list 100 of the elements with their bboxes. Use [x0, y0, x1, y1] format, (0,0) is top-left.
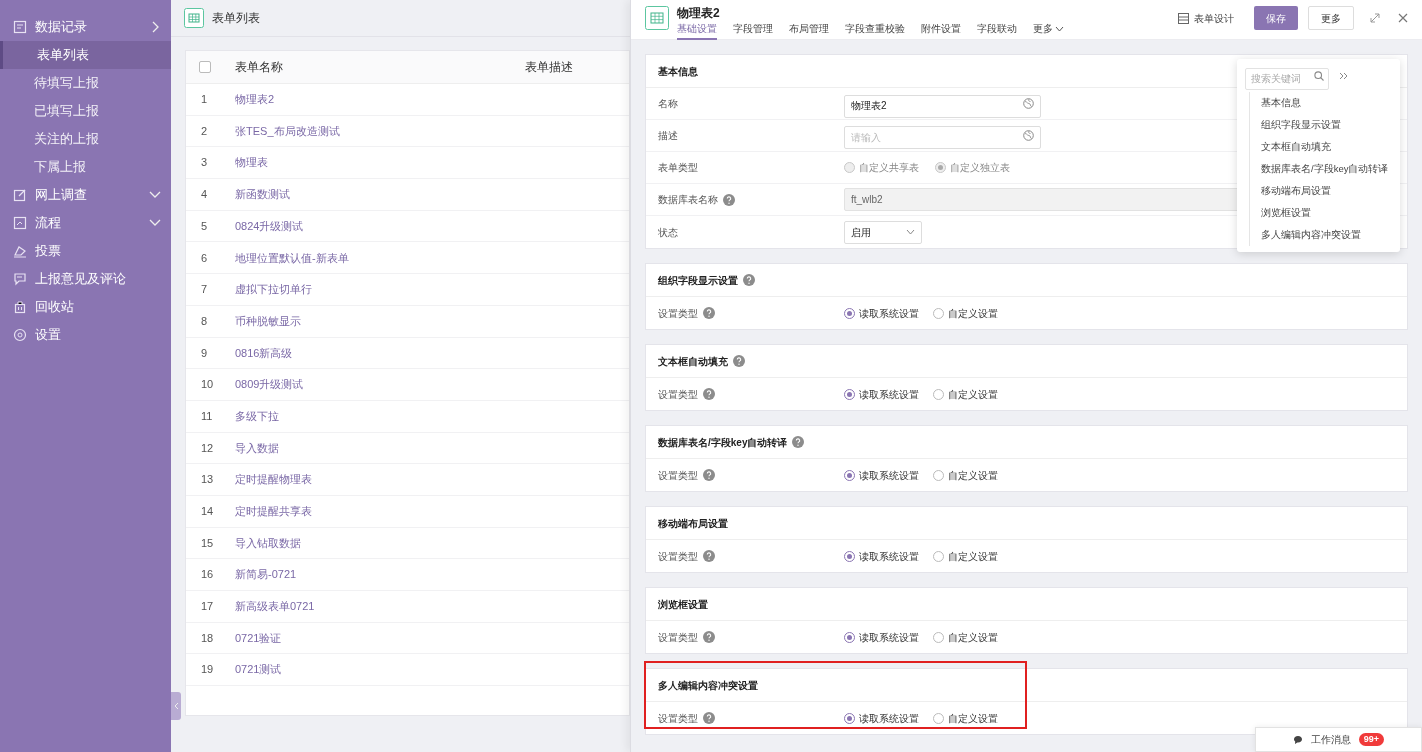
close-button[interactable] [1398, 13, 1408, 23]
globe-icon [1023, 98, 1034, 109]
form-name-link[interactable]: 定时提醒物理表 [235, 471, 312, 488]
help-icon [703, 469, 715, 481]
radio-button[interactable] [933, 550, 944, 562]
work-message-button[interactable]: 工作消息 99+ [1255, 727, 1422, 752]
row-number: 8 [200, 313, 209, 329]
form-name-link[interactable]: 物理表2 [235, 91, 275, 108]
expand-icon [1370, 13, 1380, 23]
anchor-link[interactable]: 多人编辑内容冲突设置 [1261, 224, 1392, 246]
anchor-link[interactable]: 数据库表名/字段key自动转译 [1261, 158, 1392, 180]
form-name-link[interactable]: 导入钻取数据 [235, 534, 301, 552]
section-title: 组织字段显示设置 [658, 273, 738, 288]
form-name-link[interactable]: 0721测试 [235, 661, 282, 678]
sidebar-item[interactable]: 流程 [0, 209, 171, 237]
status-select[interactable]: 启用 [844, 220, 922, 244]
sidebar-subitem[interactable]: 表单列表 [0, 41, 171, 69]
form-name-link[interactable]: 虚拟下拉切单行 [235, 281, 312, 298]
radio-option[interactable]: 读取系统设置 [844, 467, 919, 483]
radio-option[interactable]: 读取系统设置 [844, 629, 919, 645]
tab[interactable]: 附件设置 [921, 22, 961, 40]
radio-option[interactable]: 自定义设置 [933, 305, 998, 321]
radio-button[interactable] [844, 631, 855, 643]
field-label: 设置类型 [658, 711, 698, 726]
settings-icon [13, 328, 27, 342]
field-label: 设置类型 [658, 630, 698, 645]
form-name-link[interactable]: 0809升级测试 [235, 376, 304, 393]
more-button[interactable]: 更多 [1308, 6, 1354, 30]
radio-option[interactable]: 自定义设置 [933, 467, 998, 483]
tab[interactable]: 基础设置 [677, 22, 717, 40]
radio-option[interactable]: 自定义设置 [933, 386, 998, 402]
sidebar-subitem[interactable]: 待填写上报 [0, 69, 171, 97]
tab[interactable]: 字段管理 [733, 22, 773, 40]
help-icon [703, 550, 715, 562]
form-name-link[interactable]: 物理表 [235, 154, 268, 171]
text-field[interactable]: 物理表2 [844, 94, 1041, 118]
form-name-link[interactable]: 0721验证 [235, 629, 282, 647]
form-name-link[interactable]: 新简易-0721 [235, 566, 297, 583]
radio-option[interactable]: 自定义设置 [933, 548, 998, 564]
collapse-handle[interactable] [171, 692, 181, 720]
search-icon [1314, 71, 1324, 81]
tab[interactable]: 更多 [1033, 22, 1064, 40]
section-title: 数据库表名/字段key自动转译 [658, 435, 788, 450]
radio-option[interactable]: 自定义设置 [933, 710, 998, 726]
radio-option[interactable]: 读取系统设置 [844, 548, 919, 564]
tab[interactable]: 布局管理 [789, 22, 829, 40]
search-field[interactable]: 搜索关键词 [1245, 67, 1329, 90]
radio-option[interactable]: 读取系统设置 [844, 305, 919, 321]
sidebar-item[interactable]: 设置 [0, 321, 171, 349]
form-name-link[interactable]: 0824升级测试 [235, 217, 304, 235]
sidebar-item[interactable]: 网上调查 [0, 181, 171, 209]
form-name-link[interactable]: 新高级表单0721 [235, 598, 315, 615]
form-name-link[interactable]: 币种脱敏显示 [235, 312, 301, 330]
radio-button[interactable] [933, 469, 944, 481]
expand-button[interactable] [1370, 13, 1380, 23]
radio-button[interactable] [933, 388, 944, 400]
row-number: 11 [200, 408, 214, 424]
anchor-link[interactable]: 移动端布局设置 [1261, 180, 1392, 202]
tab[interactable]: 字段查重校验 [845, 22, 905, 40]
radio-button[interactable] [933, 631, 944, 643]
radio-option[interactable]: 读取系统设置 [844, 710, 919, 726]
form-title: 物理表2 [677, 6, 721, 20]
table-icon [645, 6, 669, 30]
radio-option[interactable]: 读取系统设置 [844, 386, 919, 402]
row-number: 7 [200, 282, 209, 298]
help-icon [703, 388, 715, 400]
sidebar-subitem[interactable]: 关注的上报 [0, 125, 171, 153]
sidebar-subitem[interactable]: 已填写上报 [0, 97, 171, 125]
radio-button[interactable] [844, 712, 855, 724]
sidebar-item[interactable]: 上报意见及评论 [0, 265, 171, 293]
tab[interactable]: 字段联动 [977, 22, 1017, 40]
form-name-link[interactable]: 导入数据 [235, 439, 279, 457]
radio-button[interactable] [933, 307, 944, 319]
anchor-link[interactable]: 组织字段显示设置 [1261, 114, 1392, 136]
radio-button[interactable] [844, 388, 855, 400]
form-name-link[interactable]: 新函数测试 [235, 186, 290, 203]
panel-title: 表单列表 [212, 10, 260, 27]
form-name-link[interactable]: 0816新高级 [235, 344, 293, 362]
field-label: 设置类型 [658, 306, 698, 321]
anchor-link[interactable]: 文本框自动填充 [1261, 136, 1392, 158]
form-name-link[interactable]: 地理位置默认值-新表单 [235, 249, 349, 267]
form-name-link[interactable]: 张TES_布局改造测试 [235, 122, 340, 140]
sidebar-item[interactable]: 回收站 [0, 293, 171, 321]
radio-option[interactable]: 自定义设置 [933, 629, 998, 645]
form-name-link[interactable]: 定时提醒共享表 [235, 503, 312, 520]
sidebar-item[interactable]: 投票 [0, 237, 171, 265]
text-field[interactable]: 请输入 [844, 126, 1041, 149]
radio-button[interactable] [844, 469, 855, 481]
radio-button[interactable] [844, 307, 855, 319]
radio-button[interactable] [844, 550, 855, 562]
save-button[interactable]: 保存 [1254, 6, 1298, 30]
anchor-link[interactable]: 基本信息 [1261, 92, 1392, 114]
sidebar-item[interactable]: 数据记录 [0, 13, 171, 41]
radio-button[interactable] [933, 712, 944, 724]
form-design-button[interactable]: 表单设计 [1178, 10, 1234, 26]
field-label: 设置类型 [658, 549, 698, 564]
form-name-link[interactable]: 多级下拉 [235, 407, 279, 425]
checkbox[interactable] [199, 61, 211, 73]
sidebar-subitem[interactable]: 下属上报 [0, 153, 171, 181]
anchor-link[interactable]: 浏览框设置 [1261, 202, 1392, 224]
